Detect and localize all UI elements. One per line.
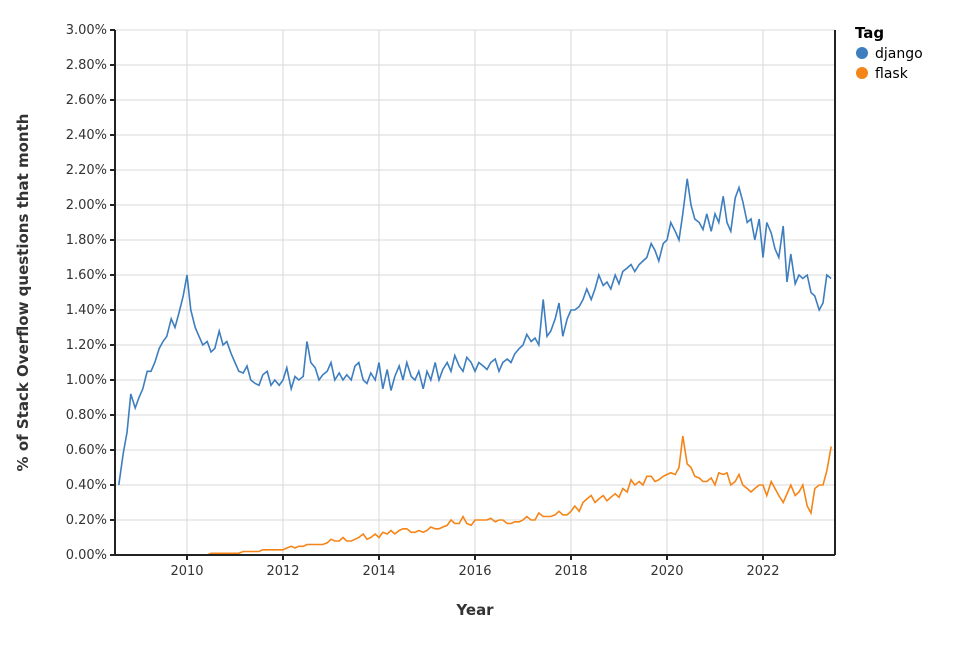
legend-title: Tag <box>855 24 884 42</box>
svg-text:2012: 2012 <box>266 564 299 579</box>
y-tick-labels: 0.00% 0.20% 0.40% 0.60% 0.80% 1.00% 1.20% 1.40%… <box>66 23 107 563</box>
svg-text:1.60%: 1.60% <box>66 268 107 283</box>
chart-axes <box>110 30 835 560</box>
legend-label-flask: flask <box>875 66 909 82</box>
svg-text:2014: 2014 <box>362 564 395 579</box>
svg-text:0.80%: 0.80% <box>66 408 107 423</box>
y-axis-label: % of Stack Overflow questions that month <box>14 114 32 472</box>
x-tick-labels: 2010 2012 2014 2016 2018 2020 2022 <box>170 564 779 579</box>
svg-text:2.80%: 2.80% <box>66 58 107 73</box>
svg-text:1.80%: 1.80% <box>66 233 107 248</box>
svg-text:0.20%: 0.20% <box>66 513 107 528</box>
chart-legend: Tag django flask <box>855 24 923 82</box>
line-chart: 0.00% 0.20% 0.40% 0.60% 0.80% 1.00% 1.20% 1.40%… <box>0 0 960 655</box>
svg-text:2016: 2016 <box>458 564 491 579</box>
chart-grid <box>115 30 835 555</box>
svg-text:3.00%: 3.00% <box>66 23 107 38</box>
svg-text:0.60%: 0.60% <box>66 443 107 458</box>
svg-text:0.40%: 0.40% <box>66 478 107 493</box>
legend-swatch-django <box>856 47 868 59</box>
svg-text:0.00%: 0.00% <box>66 548 107 563</box>
svg-text:1.40%: 1.40% <box>66 303 107 318</box>
svg-text:1.20%: 1.20% <box>66 338 107 353</box>
svg-text:2022: 2022 <box>746 564 779 579</box>
svg-text:1.00%: 1.00% <box>66 373 107 388</box>
svg-text:2.40%: 2.40% <box>66 128 107 143</box>
svg-text:2.60%: 2.60% <box>66 93 107 108</box>
svg-text:2.20%: 2.20% <box>66 163 107 178</box>
legend-label-django: django <box>875 46 923 62</box>
x-axis-label: Year <box>455 601 494 619</box>
svg-text:2018: 2018 <box>554 564 587 579</box>
legend-swatch-flask <box>856 67 868 79</box>
svg-text:2.00%: 2.00% <box>66 198 107 213</box>
svg-text:2020: 2020 <box>650 564 683 579</box>
svg-text:2010: 2010 <box>170 564 203 579</box>
